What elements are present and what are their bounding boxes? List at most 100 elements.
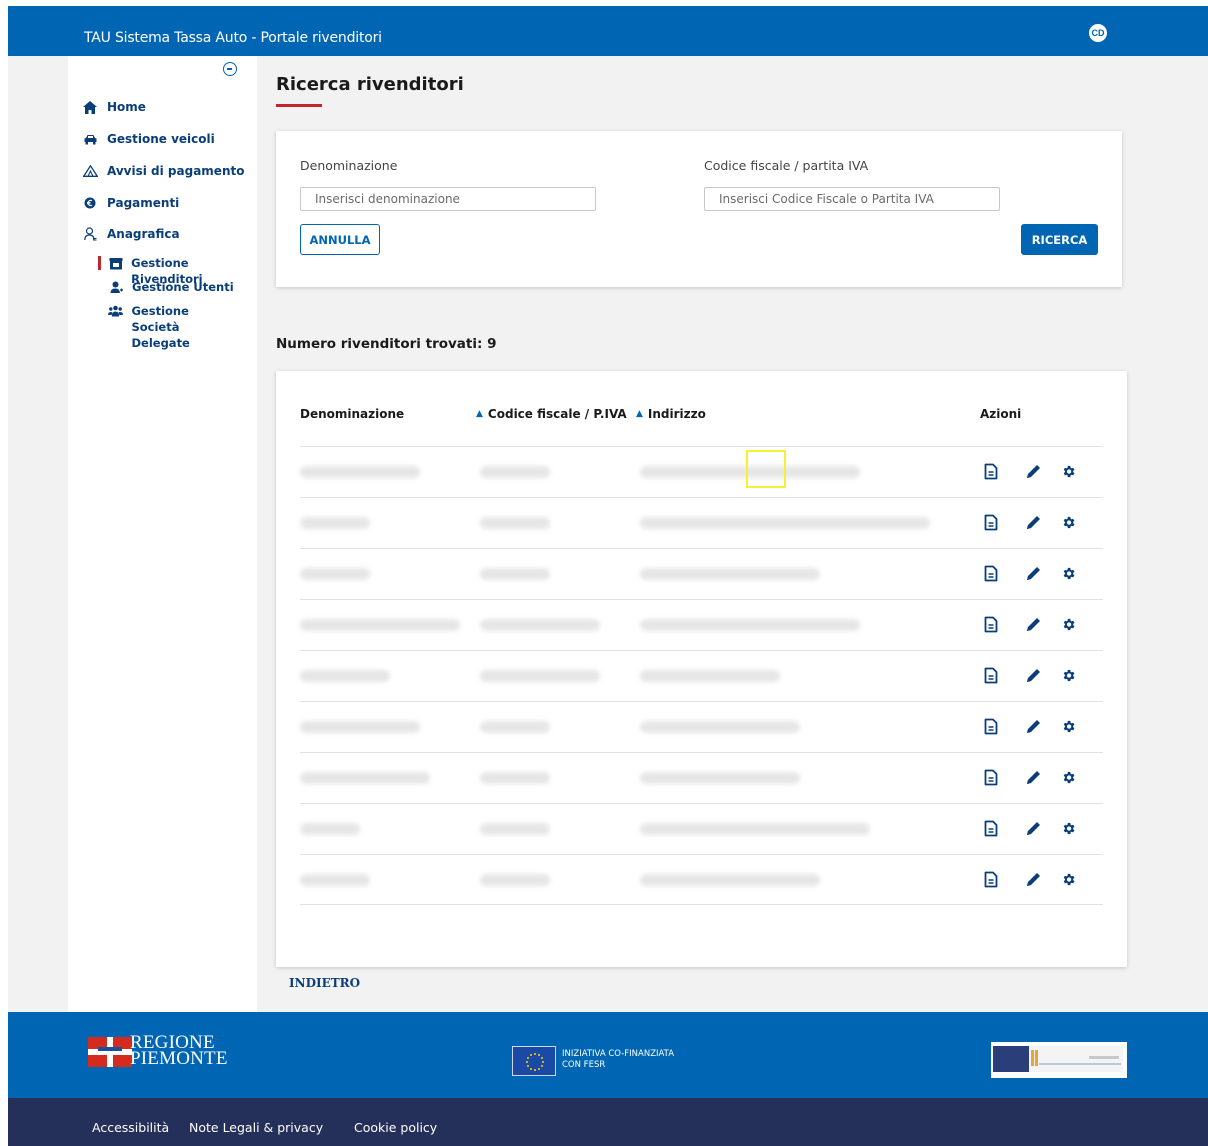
settings-icon[interactable] <box>1058 562 1078 584</box>
sidebar-item-gestione-societa[interactable]: Gestione Società Delegate <box>108 303 238 351</box>
sort-icon[interactable]: ▲︎ <box>636 409 643 419</box>
cookie-policy-link[interactable]: Cookie policy <box>354 1120 437 1135</box>
annulla-button[interactable]: ANNULLA <box>300 224 380 255</box>
codice-fiscale-label: Codice fiscale / partita IVA <box>704 158 869 173</box>
redacted-denominazione <box>300 772 430 784</box>
edit-icon[interactable] <box>1023 766 1043 788</box>
view-document-icon[interactable] <box>981 817 1001 839</box>
sort-icon[interactable]: ▲︎ <box>476 409 483 419</box>
edit-icon[interactable] <box>1023 664 1043 686</box>
settings-icon[interactable] <box>1058 868 1078 890</box>
accessibilita-link[interactable]: Accessibilità <box>92 1120 169 1135</box>
car-icon <box>82 132 98 146</box>
settings-icon[interactable] <box>1058 715 1078 737</box>
note-legali-link[interactable]: Note Legali & privacy <box>189 1120 323 1135</box>
piemonte-partner-logo <box>991 1042 1127 1078</box>
user-add-icon <box>108 280 124 294</box>
redacted-denominazione <box>300 670 390 682</box>
view-document-icon[interactable] <box>981 715 1001 737</box>
codice-fiscale-input[interactable] <box>704 187 1000 211</box>
edit-highlight-box <box>746 450 786 488</box>
user-icon <box>82 227 98 241</box>
redacted-codice <box>480 772 550 784</box>
redacted-codice <box>480 823 550 835</box>
table-row <box>300 650 1103 701</box>
view-document-icon[interactable] <box>981 664 1001 686</box>
sidebar-item-label: Avvisi di pagamento <box>107 164 245 178</box>
settings-icon[interactable] <box>1058 664 1078 686</box>
eu-text-line: INIZIATIVA CO-FINANZIATA <box>562 1049 675 1059</box>
column-header-azioni: Azioni <box>980 407 1021 421</box>
settings-icon[interactable] <box>1058 817 1078 839</box>
sidebar-item-label: Anagrafica <box>107 227 180 241</box>
footer-logos: REGIONE PIEMONTE INIZIATIVA CO-FINANZIAT… <box>8 1012 1208 1098</box>
settings-icon[interactable] <box>1058 613 1078 635</box>
title-underline <box>276 104 322 107</box>
settings-icon[interactable] <box>1058 766 1078 788</box>
settings-icon[interactable] <box>1058 460 1078 482</box>
home-icon <box>82 100 98 114</box>
eu-flag-icon <box>512 1046 556 1076</box>
active-indicator <box>98 256 101 270</box>
edit-icon[interactable] <box>1023 817 1043 839</box>
view-document-icon[interactable] <box>981 868 1001 890</box>
sidebar-item-home[interactable]: Home <box>82 100 146 114</box>
sidebar: Home Gestione veicoli Avvisi di pagament… <box>68 56 257 1012</box>
settings-icon[interactable] <box>1058 511 1078 533</box>
sidebar-item-avvisi-pagamento[interactable]: Avvisi di pagamento <box>82 164 244 178</box>
view-document-icon[interactable] <box>981 511 1001 533</box>
redacted-codice <box>480 466 550 478</box>
redacted-codice <box>480 721 550 733</box>
redacted-indirizzo <box>640 823 870 835</box>
redacted-indirizzo <box>640 568 820 580</box>
redacted-indirizzo <box>640 619 860 631</box>
redacted-denominazione <box>300 568 370 580</box>
column-header-indirizzo[interactable]: ▲︎ Indirizzo <box>636 407 706 421</box>
collapse-sidebar-icon[interactable] <box>223 62 237 76</box>
view-document-icon[interactable] <box>981 613 1001 635</box>
denominazione-input[interactable] <box>300 187 596 211</box>
edit-icon[interactable] <box>1023 460 1043 482</box>
store-icon <box>108 256 123 270</box>
edit-icon[interactable] <box>1023 868 1043 890</box>
table-row <box>300 854 1103 905</box>
edit-icon[interactable] <box>1023 613 1043 635</box>
table-row <box>300 701 1103 752</box>
table-row <box>300 497 1103 548</box>
column-header-denominazione: Denominazione <box>300 407 404 421</box>
column-header-codice[interactable]: ▲︎ Codice fiscale / P.IVA <box>476 407 627 421</box>
user-avatar[interactable]: CD <box>1089 24 1107 42</box>
view-document-icon[interactable] <box>981 562 1001 584</box>
edit-icon[interactable] <box>1023 715 1043 737</box>
results-table: Denominazione ▲︎ Codice fiscale / P.IVA … <box>276 371 1127 967</box>
table-row <box>300 599 1103 650</box>
ricerca-button[interactable]: RICERCA <box>1021 224 1098 255</box>
logo-line: PIEMONTE <box>130 1048 228 1069</box>
sidebar-item-label: Pagamenti <box>107 196 180 210</box>
column-header-label: Codice fiscale / P.IVA <box>487 407 627 421</box>
redacted-indirizzo <box>640 670 780 682</box>
footer-links: Accessibilità Note Legali & privacy Cook… <box>8 1098 1208 1146</box>
edit-icon[interactable] <box>1023 511 1043 533</box>
sidebar-item-gestione-veicoli[interactable]: Gestione veicoli <box>82 132 215 146</box>
redacted-indirizzo <box>640 772 800 784</box>
group-icon <box>108 304 124 318</box>
page-title: Ricerca rivenditori <box>276 74 464 95</box>
view-document-icon[interactable] <box>981 460 1001 482</box>
table-row <box>300 803 1103 854</box>
sidebar-item-label: Gestione Utenti <box>132 280 234 294</box>
back-link[interactable]: INDIETRO <box>289 976 360 990</box>
view-document-icon[interactable] <box>981 766 1001 788</box>
sidebar-item-pagamenti[interactable]: Pagamenti <box>82 196 179 210</box>
column-header-label: Azioni <box>980 407 1022 421</box>
warning-icon <box>82 164 98 178</box>
sidebar-item-gestione-utenti[interactable]: Gestione Utenti <box>108 279 234 295</box>
sidebar-item-anagrafica[interactable]: Anagrafica <box>82 227 180 241</box>
redacted-denominazione <box>300 721 420 733</box>
edit-icon[interactable] <box>1023 562 1043 584</box>
redacted-denominazione <box>300 619 460 631</box>
regione-piemonte-logo: REGIONE PIEMONTE <box>130 1033 228 1069</box>
sidebar-item-label: Gestione Società Delegate <box>131 304 190 350</box>
denominazione-label: Denominazione <box>300 158 398 173</box>
sidebar-item-label: Gestione veicoli <box>107 132 215 146</box>
